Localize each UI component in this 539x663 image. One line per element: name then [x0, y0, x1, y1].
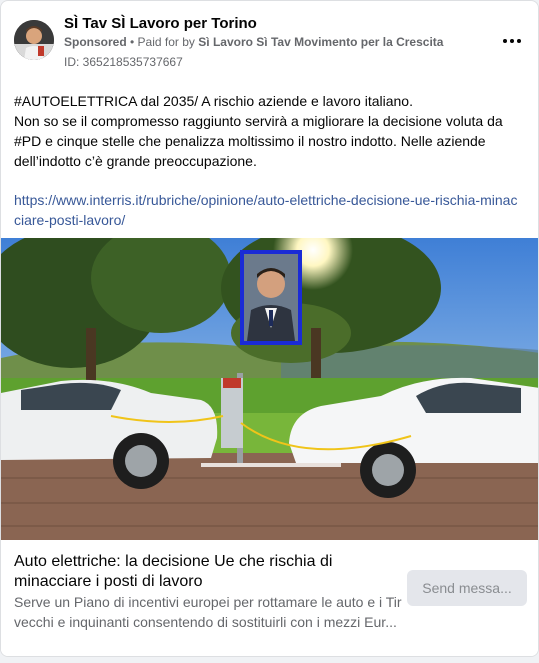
- preview-desc-line: vecchi e inquinanti consentendo di sosti…: [14, 614, 397, 630]
- page-avatar[interactable]: [14, 20, 54, 60]
- post-header: SÌ Tav SÌ Lavoro per Torino Sponsored • …: [1, 1, 538, 77]
- sponsored-meta: Sponsored • Paid for by Sì Lavoro Sì Tav…: [64, 35, 443, 49]
- post-text-line: Non so se il compromesso raggiunto servi…: [14, 113, 503, 169]
- send-message-button[interactable]: Send messa...: [407, 570, 527, 606]
- page-name[interactable]: SÌ Tav SÌ Lavoro per Torino: [64, 15, 257, 32]
- avatar-image: [14, 20, 54, 60]
- funder-name[interactable]: Sì Lavoro Sì Tav Movimento per la Cresci…: [198, 35, 443, 49]
- post-text-line: #AUTOELETTRICA dal 2035/ A rischio azien…: [14, 93, 413, 109]
- preview-title[interactable]: Auto elettriche: la decisione Ue che ris…: [14, 552, 394, 592]
- more-horizontal-icon: [510, 39, 514, 43]
- ad-image[interactable]: [1, 238, 538, 540]
- sponsored-post-card: SÌ Tav SÌ Lavoro per Torino Sponsored • …: [0, 0, 539, 657]
- ad-id: ID: 365218535737667: [64, 55, 183, 69]
- more-horizontal-icon: [503, 39, 507, 43]
- preview-desc-line: Serve un Piano di incentivi europei per …: [14, 594, 402, 610]
- more-horizontal-icon: [517, 39, 521, 43]
- post-text: #AUTOELETTRICA dal 2035/ A rischio azien…: [14, 91, 524, 171]
- electric-cars-charging-image: [1, 238, 538, 540]
- more-options-button[interactable]: [500, 29, 524, 53]
- paid-for-prefix: • Paid for by: [130, 35, 195, 49]
- sponsored-label: Sponsored: [64, 35, 127, 49]
- link-preview[interactable]: Auto elettriche: la decisione Ue che ris…: [1, 540, 538, 656]
- preview-description: Serve un Piano di incentivi europei per …: [14, 592, 404, 632]
- post-link[interactable]: https://www.interris.it/rubriche/opinion…: [14, 190, 524, 230]
